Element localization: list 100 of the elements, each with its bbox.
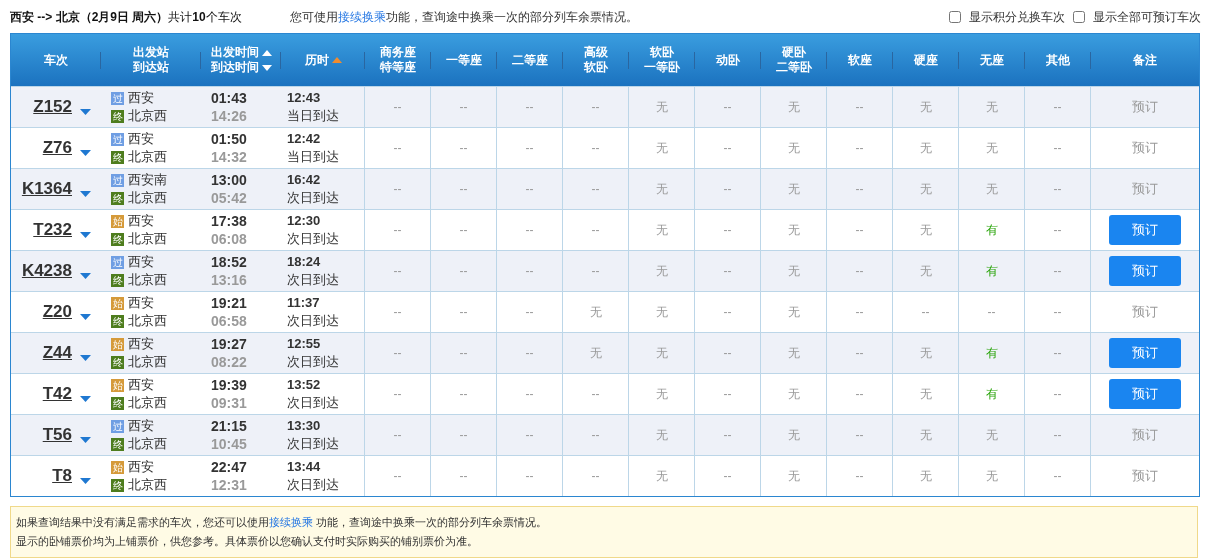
- caret-icon[interactable]: [80, 191, 91, 197]
- train-number[interactable]: T232: [33, 217, 72, 243]
- column-header[interactable]: 备注: [1133, 52, 1157, 68]
- train-number[interactable]: T56: [42, 422, 72, 448]
- arrival-time: 06:08: [211, 230, 248, 248]
- duration: 13:44: [287, 458, 322, 476]
- station-name: 北京西: [128, 435, 167, 454]
- caret-icon[interactable]: [80, 396, 91, 402]
- caret-icon[interactable]: [80, 355, 91, 361]
- seat-availability: --: [591, 140, 600, 157]
- option-checkbox[interactable]: [949, 10, 961, 23]
- seat-availability: 无: [919, 345, 932, 362]
- option-label[interactable]: 显示积分兑换车次: [969, 7, 1065, 26]
- sort-up-icon[interactable]: [261, 49, 272, 56]
- duration: 16:42: [287, 171, 322, 189]
- transfer-link[interactable]: 接续换乘: [337, 9, 386, 24]
- duration: 12:43: [287, 89, 322, 107]
- station-badge: 始: [111, 296, 124, 310]
- column-header[interactable]: 软卧 一等卧: [644, 45, 680, 75]
- seat-availability: --: [591, 427, 600, 444]
- column-header[interactable]: 出发时间 到达时间: [210, 45, 272, 75]
- arrival-time: 10:45: [211, 435, 248, 453]
- seat-availability: --: [459, 99, 468, 116]
- column-header[interactable]: 其他: [1046, 52, 1070, 68]
- column-header[interactable]: 二等座: [512, 52, 548, 68]
- column-header[interactable]: 车次: [44, 52, 68, 68]
- station-name: 北京西: [128, 148, 167, 167]
- train-number[interactable]: K4238: [21, 258, 72, 284]
- train-number[interactable]: Z152: [33, 94, 72, 120]
- train-number[interactable]: Z44: [42, 340, 72, 366]
- sort-down-icon[interactable]: [261, 64, 272, 71]
- column-header[interactable]: 硬座: [914, 52, 938, 68]
- seat-availability: --: [1053, 427, 1062, 444]
- seat-availability: 无: [919, 386, 932, 403]
- book-button[interactable]: 预订: [1109, 379, 1181, 409]
- seat-availability: --: [459, 222, 468, 239]
- train-number[interactable]: Z76: [42, 135, 72, 161]
- train-number[interactable]: K1364: [21, 176, 72, 202]
- seat-availability: 无: [787, 427, 800, 444]
- arrival-time: 13:16: [211, 271, 248, 289]
- caret-icon[interactable]: [80, 437, 91, 443]
- seat-availability: --: [723, 99, 732, 116]
- seat-availability: --: [591, 263, 600, 280]
- column-header[interactable]: 高级 软卧: [584, 45, 608, 75]
- book-button[interactable]: 预订: [1109, 215, 1181, 245]
- transfer-link[interactable]: 接续换乘: [269, 516, 313, 528]
- seat-availability: --: [393, 181, 402, 198]
- transfer-tip: 您可使用接续换乘功能，查询途中换乘一次的部分列车余票情况。: [289, 8, 638, 26]
- column-header[interactable]: 无座: [980, 52, 1004, 68]
- seat-availability: --: [393, 427, 402, 444]
- column-header[interactable]: 动卧: [716, 52, 740, 68]
- seat-availability: --: [459, 140, 468, 157]
- option-checkbox[interactable]: [1073, 10, 1085, 23]
- station-name: 北京西: [128, 271, 167, 290]
- book-button[interactable]: 预订: [1109, 338, 1181, 368]
- train-number[interactable]: Z20: [42, 299, 72, 325]
- column-header[interactable]: 历时: [304, 52, 342, 68]
- book-label: 预订: [1132, 180, 1158, 199]
- station-name: 北京西: [128, 107, 167, 126]
- seat-availability: --: [525, 468, 534, 485]
- caret-icon[interactable]: [80, 109, 91, 115]
- book-button[interactable]: 预订: [1109, 256, 1181, 286]
- departure-time: 01:50: [211, 130, 248, 148]
- seat-availability: 无: [655, 304, 668, 321]
- caret-icon[interactable]: [80, 273, 91, 279]
- station-name: 西安: [128, 335, 154, 354]
- column-header[interactable]: 硬卧 二等卧: [776, 45, 812, 75]
- notice-text: 如果查询结果中没有满足需求的车次，您还可以使用接续换乘 功能，查询途中换乘一次的部分列车余票情况。: [16, 515, 549, 530]
- column-header[interactable]: 商务座 特等座: [380, 45, 416, 75]
- seat-availability: 无: [655, 427, 668, 444]
- column-header[interactable]: 一等座: [446, 52, 482, 68]
- seat-availability: --: [393, 99, 402, 116]
- seat-availability: --: [591, 99, 600, 116]
- caret-icon[interactable]: [80, 478, 91, 484]
- seat-availability: 无: [985, 181, 998, 198]
- station-name: 北京西: [128, 230, 167, 249]
- station-badge: 过: [111, 173, 124, 187]
- seat-availability: --: [525, 99, 534, 116]
- seat-availability: --: [393, 386, 402, 403]
- column-header[interactable]: 出发站 到达站: [133, 45, 169, 75]
- station-badge: 终: [111, 150, 124, 164]
- arrival-time: 14:32: [211, 148, 248, 166]
- arrival-day: 当日到达: [287, 148, 364, 166]
- caret-icon[interactable]: [80, 232, 91, 238]
- train-number[interactable]: T8: [52, 463, 72, 489]
- seat-availability: --: [723, 181, 732, 198]
- seat-availability: --: [525, 386, 534, 403]
- caret-icon[interactable]: [80, 314, 91, 320]
- seat-availability: --: [459, 345, 468, 362]
- departure-time: 19:21: [211, 294, 248, 312]
- seat-availability: 无: [787, 263, 800, 280]
- seat-availability: --: [855, 99, 864, 116]
- train-number[interactable]: T42: [42, 381, 72, 407]
- arrival-time: 09:31: [211, 394, 248, 412]
- column-header[interactable]: 软座: [848, 52, 872, 68]
- seat-availability: --: [855, 222, 864, 239]
- caret-icon[interactable]: [80, 150, 91, 156]
- option-label[interactable]: 显示全部可预订车次: [1093, 7, 1201, 26]
- seat-availability: --: [1053, 386, 1062, 403]
- seat-availability: --: [459, 427, 468, 444]
